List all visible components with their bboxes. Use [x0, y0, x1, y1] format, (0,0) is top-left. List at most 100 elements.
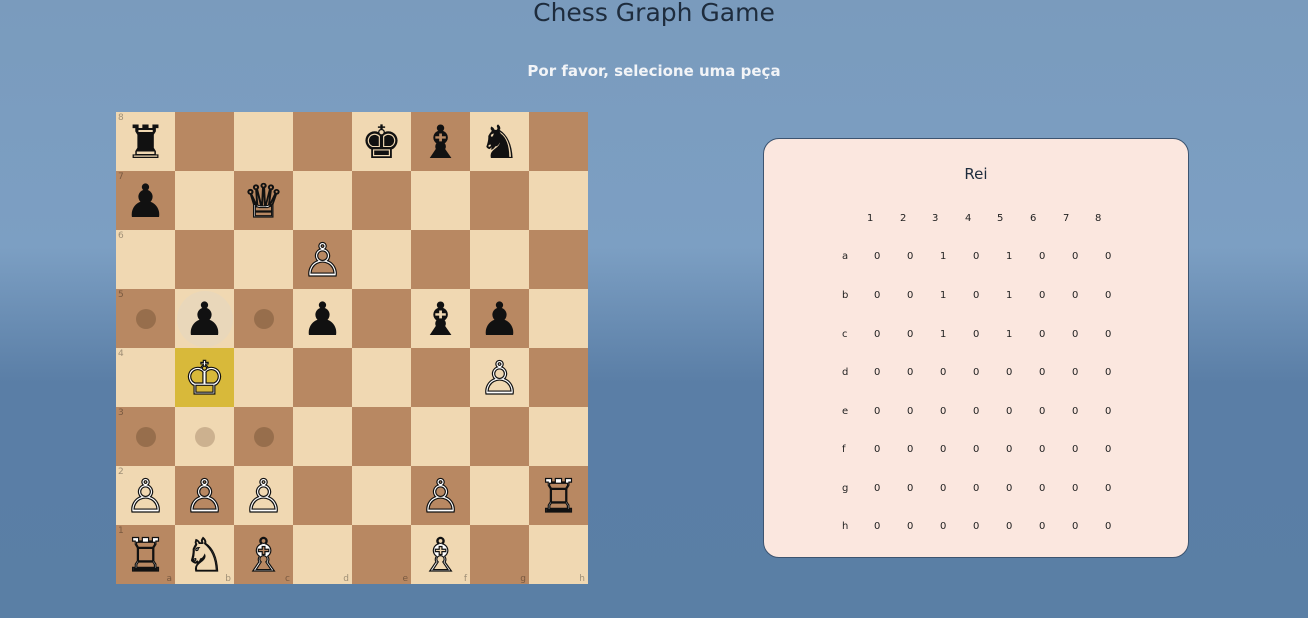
matrix-cell: 0 — [940, 521, 947, 532]
square-c2[interactable]: ♙ — [234, 466, 293, 525]
square-h5[interactable] — [529, 289, 588, 348]
square-h1[interactable]: h — [529, 525, 588, 584]
square-g4[interactable]: ♙ — [470, 348, 529, 407]
square-g1[interactable]: g — [470, 525, 529, 584]
square-d6[interactable]: ♙ — [293, 230, 352, 289]
square-b4[interactable]: ♔ — [175, 348, 234, 407]
square-f3[interactable] — [411, 407, 470, 466]
white-piece-a1[interactable]: ♖ — [124, 531, 166, 578]
move-hint-dot[interactable] — [253, 308, 274, 329]
square-c8[interactable] — [234, 112, 293, 171]
square-f8[interactable]: ♝ — [411, 112, 470, 171]
square-h2[interactable]: ♖ — [529, 466, 588, 525]
square-d8[interactable] — [293, 112, 352, 171]
square-b7[interactable] — [175, 171, 234, 230]
square-g5[interactable]: ♟ — [470, 289, 529, 348]
square-g6[interactable] — [470, 230, 529, 289]
white-piece-g4[interactable]: ♙ — [478, 354, 520, 401]
black-piece-g8[interactable]: ♞ — [479, 119, 520, 165]
square-b2[interactable]: ♙ — [175, 466, 234, 525]
square-a4[interactable]: 4 — [116, 348, 175, 407]
square-h4[interactable] — [529, 348, 588, 407]
black-piece-d5[interactable]: ♟ — [302, 296, 343, 342]
square-f1[interactable]: f ♗ — [411, 525, 470, 584]
square-e8[interactable]: ♚ — [352, 112, 411, 171]
white-piece-c1[interactable]: ♗ — [242, 531, 284, 578]
square-f2[interactable]: ♙ — [411, 466, 470, 525]
square-g8[interactable]: ♞ — [470, 112, 529, 171]
square-d5[interactable]: ♟ — [293, 289, 352, 348]
square-a2[interactable]: 2 ♙ — [116, 466, 175, 525]
square-e7[interactable] — [352, 171, 411, 230]
square-e5[interactable] — [352, 289, 411, 348]
white-piece-b1[interactable]: ♘ — [183, 531, 225, 578]
square-g7[interactable] — [470, 171, 529, 230]
square-e2[interactable] — [352, 466, 411, 525]
square-c3[interactable] — [234, 407, 293, 466]
square-g3[interactable] — [470, 407, 529, 466]
square-g2[interactable] — [470, 466, 529, 525]
square-f5[interactable]: ♝ — [411, 289, 470, 348]
panel-title: Rei — [964, 165, 988, 183]
square-h6[interactable] — [529, 230, 588, 289]
square-d1[interactable]: d — [293, 525, 352, 584]
black-piece-e8[interactable]: ♚ — [361, 119, 402, 165]
square-a8[interactable]: 8 ♜ — [116, 112, 175, 171]
black-piece-a8[interactable]: ♜ — [125, 119, 166, 165]
square-h8[interactable] — [529, 112, 588, 171]
square-e6[interactable] — [352, 230, 411, 289]
move-hint-dot[interactable] — [253, 426, 274, 447]
move-hint-dot[interactable] — [135, 426, 156, 447]
white-piece-c7[interactable]: ♕ — [242, 177, 284, 224]
square-a7[interactable]: 7 ♟ — [116, 171, 175, 230]
black-piece-f5[interactable]: ♝ — [420, 296, 461, 342]
white-piece-d6[interactable]: ♙ — [301, 236, 343, 283]
matrix-cell: 0 — [907, 406, 914, 417]
black-piece-a7[interactable]: ♟ — [125, 178, 166, 224]
file-label: f — [463, 574, 467, 584]
white-piece-f1[interactable]: ♗ — [419, 531, 461, 578]
square-a3[interactable]: 3 — [116, 407, 175, 466]
matrix-cell: 0 — [907, 251, 914, 262]
white-piece-a2[interactable]: ♙ — [124, 472, 166, 519]
square-c5[interactable] — [234, 289, 293, 348]
black-piece-g5[interactable]: ♟ — [479, 296, 520, 342]
square-e3[interactable] — [352, 407, 411, 466]
matrix-cell: 0 — [940, 444, 947, 455]
square-e4[interactable] — [352, 348, 411, 407]
square-d4[interactable] — [293, 348, 352, 407]
square-c1[interactable]: c ♗ — [234, 525, 293, 584]
rank-label: 5 — [118, 290, 124, 300]
square-h3[interactable] — [529, 407, 588, 466]
square-e1[interactable]: e — [352, 525, 411, 584]
square-b5[interactable]: ♟ — [175, 289, 234, 348]
square-d7[interactable] — [293, 171, 352, 230]
square-c4[interactable] — [234, 348, 293, 407]
square-b1[interactable]: b ♘ — [175, 525, 234, 584]
square-a6[interactable]: 6 — [116, 230, 175, 289]
white-piece-c2[interactable]: ♙ — [242, 472, 284, 519]
square-d2[interactable] — [293, 466, 352, 525]
black-piece-f8[interactable]: ♝ — [420, 119, 461, 165]
white-piece-f2[interactable]: ♙ — [419, 472, 461, 519]
square-h7[interactable] — [529, 171, 588, 230]
square-a1[interactable]: 1 a ♖ — [116, 525, 175, 584]
square-c7[interactable]: ♕ — [234, 171, 293, 230]
move-hint-dot[interactable] — [135, 308, 156, 329]
square-f4[interactable] — [411, 348, 470, 407]
move-hint-dot[interactable] — [194, 426, 215, 447]
matrix-cell: 0 — [874, 483, 881, 494]
black-piece-b5[interactable]: ♟ — [184, 296, 225, 342]
white-piece-b4[interactable]: ♔ — [183, 354, 225, 401]
matrix-cell: 0 — [1039, 444, 1046, 455]
white-piece-h2[interactable]: ♖ — [537, 472, 579, 519]
square-b8[interactable] — [175, 112, 234, 171]
white-piece-b2[interactable]: ♙ — [183, 472, 225, 519]
square-f6[interactable] — [411, 230, 470, 289]
square-b3[interactable] — [175, 407, 234, 466]
square-f7[interactable] — [411, 171, 470, 230]
square-c6[interactable] — [234, 230, 293, 289]
square-a5[interactable]: 5 — [116, 289, 175, 348]
square-d3[interactable] — [293, 407, 352, 466]
square-b6[interactable] — [175, 230, 234, 289]
